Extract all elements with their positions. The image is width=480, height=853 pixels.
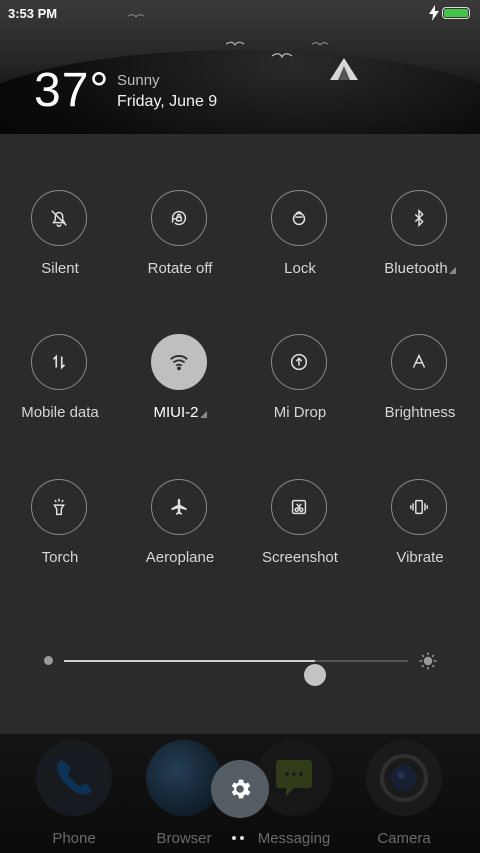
- tile-label: Mi Drop: [273, 404, 327, 421]
- temperature[interactable]: 37°: [34, 63, 110, 118]
- gear-icon: [231, 779, 251, 799]
- messaging-icon: [256, 740, 332, 816]
- submenu-triangle-icon: [448, 267, 456, 274]
- tile-rotate[interactable]: Rotate off: [120, 190, 240, 300]
- app-phone[interactable]: Phone: [24, 740, 124, 850]
- tile-silent[interactable]: Silent: [0, 190, 120, 300]
- vibrate-icon: [391, 479, 447, 535]
- tile-label: Silent: [41, 260, 79, 277]
- phone-icon: [36, 740, 112, 816]
- tile-label: Brightness: [384, 404, 456, 421]
- app-label: Messaging: [257, 830, 331, 847]
- notification-shade: 3:53 PM 37° Sunny Friday, June 9 Silent …: [0, 0, 480, 853]
- slider-thumb[interactable]: [304, 664, 327, 686]
- tile-mi-drop[interactable]: Mi Drop: [240, 334, 360, 444]
- app-label: Browser: [156, 830, 212, 847]
- weather-header: 3:53 PM 37° Sunny Friday, June 9: [0, 0, 480, 134]
- tile-label-wrap: Bluetooth: [360, 260, 480, 277]
- tile-label: Lock: [284, 260, 316, 277]
- bell-off-icon: [31, 190, 87, 246]
- tile-torch[interactable]: Torch: [0, 479, 120, 589]
- wifi-icon: [151, 334, 207, 390]
- status-time: 3:53 PM: [8, 6, 58, 21]
- weather-condition: Sunny: [117, 72, 160, 89]
- camera-icon: [366, 740, 442, 816]
- bolt-icon: [429, 5, 439, 21]
- tile-label: MIUI-2: [153, 404, 199, 421]
- torch-icon: [31, 479, 87, 535]
- sun-icon: [419, 652, 437, 670]
- date[interactable]: Friday, June 9: [117, 93, 217, 111]
- dim-dot-icon: [44, 656, 53, 665]
- tile-brightness[interactable]: Brightness: [360, 334, 480, 444]
- upload-icon: [271, 334, 327, 390]
- brightness-slider[interactable]: [40, 646, 440, 686]
- slider-fill: [64, 660, 316, 662]
- tile-label: Rotate off: [147, 260, 213, 277]
- lock-icon: [271, 190, 327, 246]
- tile-label-wrap: MIUI-2: [120, 404, 240, 421]
- auto-brightness-icon: [391, 334, 447, 390]
- tile-label: Torch: [41, 549, 79, 566]
- page-indicator: [232, 827, 248, 845]
- dock: Phone Browser Messaging Camera: [0, 734, 480, 853]
- tile-label: Mobile data: [21, 404, 99, 421]
- tile-screenshot[interactable]: Screenshot: [240, 479, 360, 589]
- rotate-lock-icon: [151, 190, 207, 246]
- slider-track[interactable]: [64, 660, 408, 686]
- settings-button[interactable]: [211, 760, 269, 818]
- mobile-data-icon: [31, 334, 87, 390]
- bluetooth-icon: [391, 190, 447, 246]
- quick-settings-panel: Silent Rotate off Lock Bluetooth Mobile …: [0, 134, 480, 734]
- tile-vibrate[interactable]: Vibrate: [360, 479, 480, 589]
- airplane-icon: [151, 479, 207, 535]
- app-label: Camera: [377, 830, 431, 847]
- tile-label: Screenshot: [262, 549, 338, 566]
- app-camera[interactable]: Camera: [354, 740, 454, 850]
- tile-lock[interactable]: Lock: [240, 190, 360, 300]
- screenshot-icon: [271, 479, 327, 535]
- browser-icon: [146, 740, 222, 816]
- tile-mobile-data[interactable]: Mobile data: [0, 334, 120, 444]
- battery-icon: [442, 7, 470, 19]
- tile-label: Aeroplane: [145, 549, 215, 566]
- app-label: Phone: [52, 830, 96, 847]
- tile-aeroplane[interactable]: Aeroplane: [120, 479, 240, 589]
- tile-bluetooth[interactable]: Bluetooth: [360, 190, 480, 300]
- submenu-triangle-icon: [199, 411, 207, 418]
- tile-label: Bluetooth: [384, 260, 448, 277]
- tile-label: Vibrate: [396, 549, 444, 566]
- tile-wifi[interactable]: MIUI-2: [120, 334, 240, 444]
